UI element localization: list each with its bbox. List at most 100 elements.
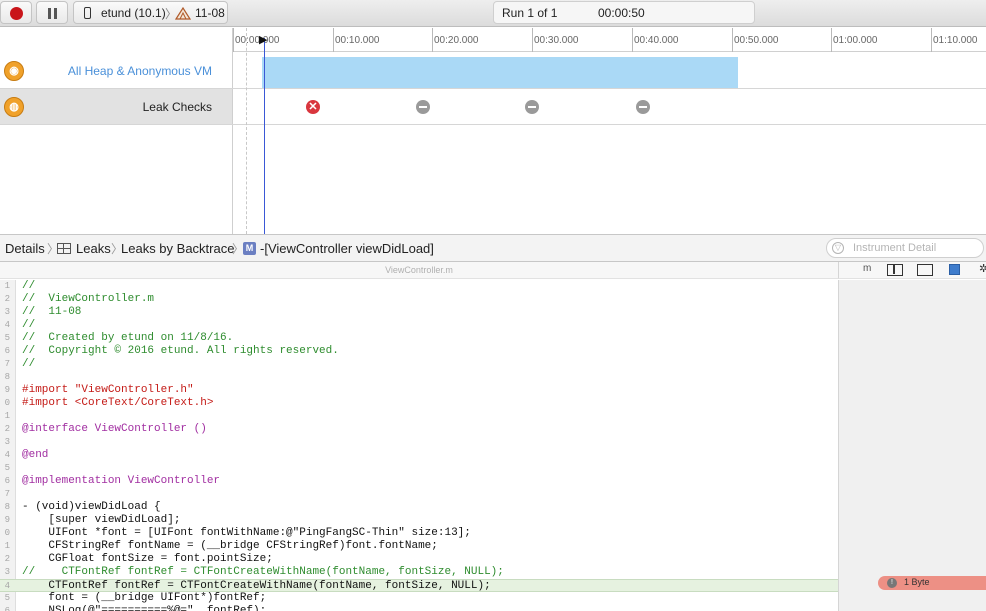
- code-line[interactable]: 4 CTFontRef fontRef = CTFontCreateWithNa…: [0, 579, 838, 592]
- breadcrumb-details[interactable]: Details: [5, 241, 45, 256]
- line-number: 9: [4, 515, 10, 525]
- code-text: @implementation ViewController: [22, 475, 221, 487]
- code-text: CFStringRef fontName = (__bridge CFStrin…: [22, 540, 438, 552]
- code-line[interactable]: 8: [0, 371, 838, 384]
- line-number: 1: [4, 541, 10, 551]
- code-line[interactable]: 6 @implementation ViewController: [0, 475, 838, 488]
- run-status: Run 1 of 1 00:00:50: [493, 1, 755, 24]
- line-number: 6: [4, 606, 10, 611]
- code-line[interactable]: 1 //: [0, 280, 838, 293]
- no-new-leaks-icon[interactable]: [636, 100, 650, 114]
- code-text: [super viewDidLoad];: [22, 514, 181, 526]
- leaks-icon: ◍: [4, 97, 24, 117]
- pause-icon: [48, 8, 51, 19]
- code-line[interactable]: 7: [0, 488, 838, 501]
- code-line[interactable]: 9 #import "ViewController.h": [0, 384, 838, 397]
- tick-label: 01:10.000: [933, 35, 978, 46]
- code-line[interactable]: 3: [0, 436, 838, 449]
- instrument-detail-filter[interactable]: ▽ Instrument Detail: [826, 238, 984, 258]
- code-line[interactable]: 5 // Created by etund on 11/8/16.: [0, 332, 838, 345]
- instrument-name-leaks: Leak Checks: [142, 100, 212, 114]
- annotation-panel: [838, 280, 986, 611]
- line-number: 7: [4, 359, 10, 369]
- window-icon[interactable]: [917, 264, 933, 276]
- record-button[interactable]: [0, 1, 32, 24]
- table-icon: [57, 243, 71, 254]
- code-line[interactable]: 5: [0, 462, 838, 475]
- code-line[interactable]: 3 // CTFontRef fontRef = CTFontCreateWith…: [0, 566, 838, 579]
- code-line[interactable]: 9 [super viewDidLoad];: [0, 514, 838, 527]
- gear-icon[interactable]: ✲: [979, 262, 986, 275]
- tick-label: 00:50.000: [734, 35, 779, 46]
- instrument-label-cell[interactable]: ◉ All Heap & Anonymous VM: [0, 53, 233, 88]
- pause-button[interactable]: [36, 1, 68, 24]
- code-line[interactable]: 4 @end: [0, 449, 838, 462]
- line-number: 5: [4, 593, 10, 603]
- no-new-leaks-icon[interactable]: [416, 100, 430, 114]
- code-line[interactable]: 1 CFStringRef fontName = (__bridge CFStr…: [0, 540, 838, 553]
- code-text: CGFloat fontSize = font.pointSize;: [22, 553, 273, 565]
- code-text: // Copyright © 2016 etund. All rights re…: [22, 345, 339, 357]
- code-line[interactable]: 6 NSLog(@"==========%@=", fontRef);: [0, 605, 838, 611]
- jump-bar: Details 〉 Leaks 〉 Leaks by Backtrace 〉 M…: [0, 234, 986, 262]
- app-icon: [174, 6, 192, 23]
- heap-allocation-track[interactable]: [262, 57, 738, 88]
- code-text: UIFont *font = [UIFont fontWithName:@"Pi…: [22, 527, 471, 539]
- tick: 00:10.000: [333, 28, 380, 52]
- code-text: //: [22, 319, 36, 331]
- code-line[interactable]: 3 // 11-08: [0, 306, 838, 319]
- code-line[interactable]: 2 CGFloat fontSize = font.pointSize;: [0, 553, 838, 566]
- line-number: 0: [4, 528, 10, 538]
- code-line[interactable]: 1: [0, 410, 838, 423]
- breadcrumb-method[interactable]: -[ViewController viewDidLoad]: [260, 241, 434, 256]
- instrument-row-leaks[interactable]: ◍ Leak Checks: [0, 89, 986, 125]
- code-line[interactable]: 2 @interface ViewController (): [0, 423, 838, 436]
- line-number: 5: [4, 463, 10, 473]
- code-line[interactable]: 0 #import <CoreText/CoreText.h>: [0, 397, 838, 410]
- leak-annotation-badge[interactable]: ! 1 Byte: [878, 576, 986, 590]
- tick-label: 00:00.000: [235, 35, 280, 46]
- playhead-flag-icon[interactable]: ▶: [259, 33, 267, 46]
- iphone-icon: [84, 7, 91, 19]
- code-line[interactable]: 7 //: [0, 358, 838, 371]
- elapsed-time: 00:00:50: [598, 6, 645, 20]
- track-divider: [246, 28, 247, 234]
- code-line[interactable]: 4 //: [0, 319, 838, 332]
- code-text: @interface ViewController (): [22, 423, 207, 435]
- timeline-ruler[interactable]: 00:00.000 00:10.000 00:20.000 00:30.000 …: [233, 28, 986, 52]
- line-number: 9: [4, 385, 10, 395]
- leak-detected-icon[interactable]: ✕: [306, 100, 320, 114]
- allocations-icon: ◉: [4, 61, 24, 81]
- toolbar: etund (10.1) 〉 11-08 Run 1 of 1 00:00:50: [0, 0, 986, 27]
- tick: 00:20.000: [432, 28, 479, 52]
- split-view-icon[interactable]: [887, 264, 903, 276]
- file-type-label: m: [863, 263, 872, 274]
- tick: 01:00.000: [831, 28, 878, 52]
- tick: 00:00.000: [233, 28, 280, 52]
- tick: 01:10.000: [931, 28, 978, 52]
- tick: 00:50.000: [732, 28, 779, 52]
- xcode-icon[interactable]: [949, 264, 960, 275]
- line-number: 7: [4, 489, 10, 499]
- target-selector[interactable]: etund (10.1) 〉 11-08: [73, 1, 228, 24]
- tick-label: 01:00.000: [833, 35, 878, 46]
- line-number: 5: [4, 333, 10, 343]
- code-line[interactable]: 6 // Copyright © 2016 etund. All rights r…: [0, 345, 838, 358]
- breadcrumb-leaks[interactable]: Leaks: [76, 241, 111, 256]
- code-line[interactable]: 5 font = (__bridge UIFont*)fontRef;: [0, 592, 838, 605]
- instrument-label-cell[interactable]: ◍ Leak Checks: [0, 89, 233, 124]
- target-process: 11-08: [195, 6, 225, 20]
- code-text: // 11-08: [22, 306, 82, 318]
- code-line[interactable]: 2 // ViewController.m: [0, 293, 838, 306]
- no-new-leaks-icon[interactable]: [525, 100, 539, 114]
- playhead-line[interactable]: [264, 38, 265, 234]
- source-code-view[interactable]: 1 // 2 // ViewController.m 3 // 11-08 4 // 5 // C…: [0, 280, 838, 611]
- code-line[interactable]: 0 UIFont *font = [UIFont fontWithName:@"…: [0, 527, 838, 540]
- leak-info-icon: !: [887, 578, 897, 588]
- line-number: 8: [4, 502, 10, 512]
- code-text: // Created by etund on 11/8/16.: [22, 332, 234, 344]
- breadcrumb-leaks-by-backtrace[interactable]: Leaks by Backtrace: [121, 241, 234, 256]
- code-line[interactable]: 8 - (void)viewDidLoad {: [0, 501, 838, 514]
- code-text: NSLog(@"==========%@=", fontRef);: [22, 605, 267, 611]
- line-number: 1: [4, 411, 10, 421]
